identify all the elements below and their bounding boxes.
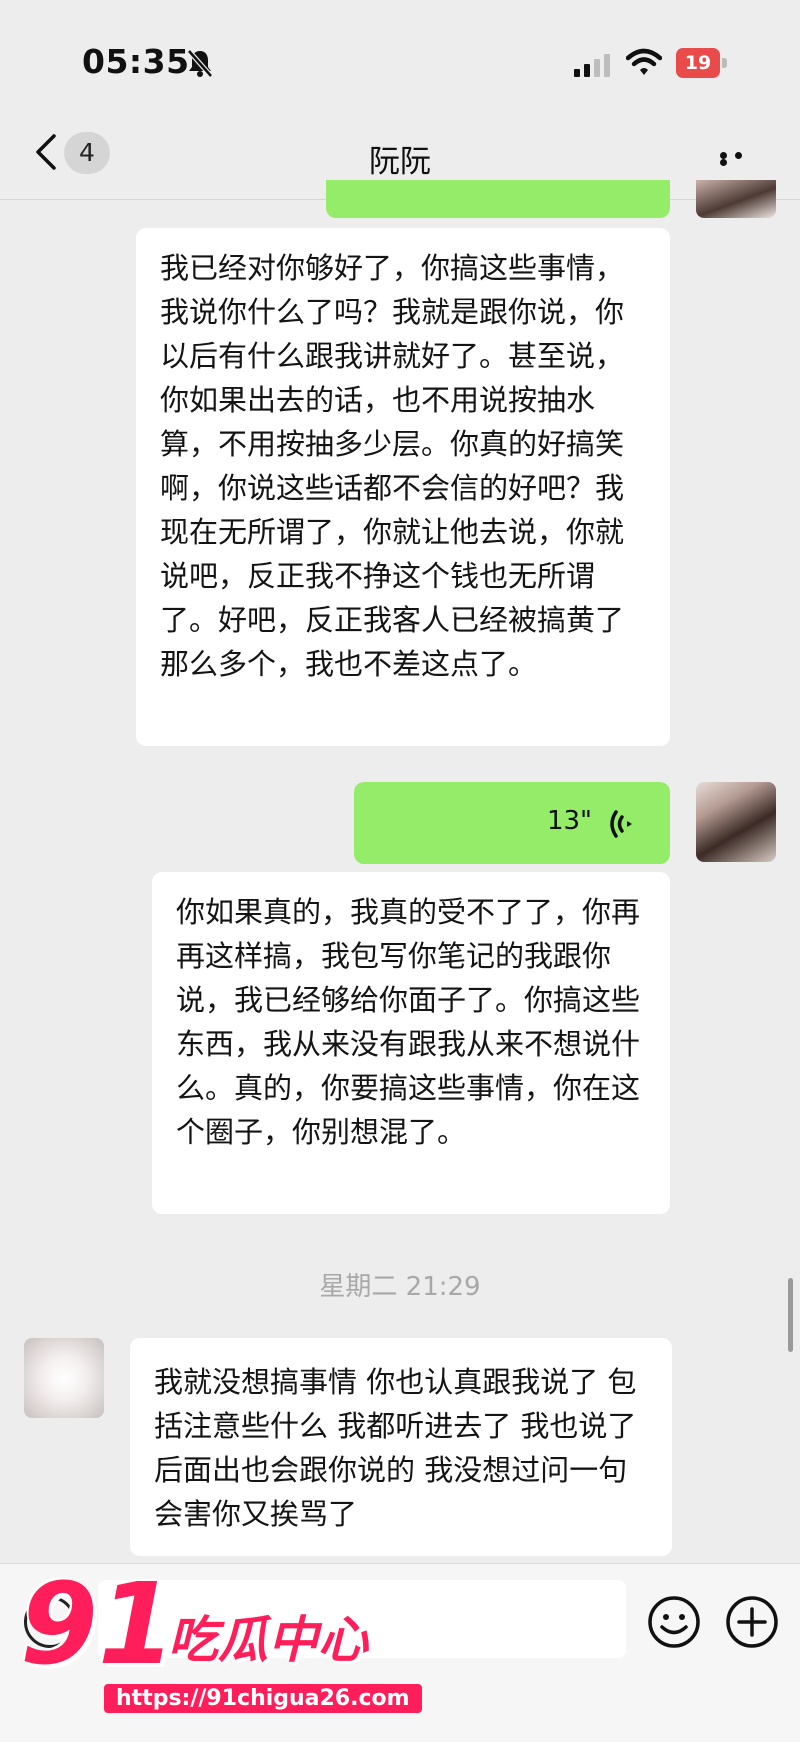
- unread-count-badge[interactable]: 4: [64, 132, 110, 174]
- watermark-number: 91: [20, 1560, 176, 1690]
- more-icon[interactable]: [720, 152, 764, 166]
- emoji-icon[interactable]: [646, 1594, 702, 1650]
- avatar[interactable]: [696, 782, 776, 862]
- bell-off-icon: [187, 49, 213, 78]
- watermark-url: https://91chigua26.com: [104, 1684, 422, 1713]
- site-watermark: 91 吃瓜中心 https://91chigua26.com: [20, 1560, 422, 1730]
- battery-tip: [722, 58, 727, 68]
- message-timestamp: 星期二 21:29: [319, 1272, 481, 1302]
- watermark-name: 吃瓜中心: [168, 1611, 368, 1669]
- previous-message-bubble[interactable]: [326, 180, 670, 218]
- avatar[interactable]: [696, 180, 776, 218]
- message-bubble[interactable]: 我就没想搞事情 你也认真跟我说了 包括注意些什么 我都听进去了 我也说了后面出也…: [130, 1338, 672, 1556]
- chat-title: 阮阮: [369, 144, 431, 180]
- signal-icon: [574, 54, 610, 77]
- back-arrow-icon[interactable]: [30, 130, 66, 174]
- voice-message-bubble[interactable]: 13": [354, 782, 670, 864]
- battery-icon: 19: [676, 48, 728, 78]
- avatar[interactable]: [24, 1338, 104, 1418]
- scrollbar[interactable]: [788, 1278, 793, 1352]
- wifi-icon: [626, 48, 662, 75]
- message-bubble[interactable]: 我已经对你够好了，你搞这些事情，我说你什么了吗？我就是跟你说，你以后有什么跟我讲…: [136, 228, 670, 746]
- voice-icon: [610, 810, 632, 838]
- voice-duration: 13": [546, 806, 592, 836]
- battery-level: 19: [676, 48, 720, 78]
- voice-transcript-bubble[interactable]: 你如果真的，我真的受不了了，你再再这样搞，我包写你笔记的我跟你说，我已经够给你面…: [152, 872, 670, 1214]
- add-icon[interactable]: [724, 1594, 780, 1650]
- status-time: 05:35: [82, 42, 190, 81]
